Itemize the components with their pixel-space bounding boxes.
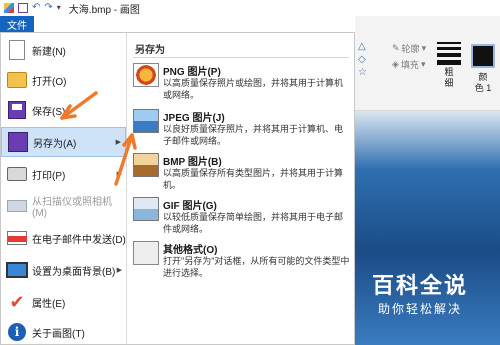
option-title: GIF 图片(G) [163, 201, 217, 212]
bmp-image-icon [133, 153, 159, 177]
shape-gallery[interactable]: △ ◇ ☆ [358, 40, 388, 85]
email-icon [5, 226, 29, 250]
watermark-title: 百科全说 [371, 273, 468, 298]
menu-item-new[interactable]: 新建(N) [1, 35, 126, 65]
fill-label: 填充 [400, 60, 419, 70]
option-description: 以良好质量保存照片，并将其用于计算机、电子邮件或网络。 [163, 124, 344, 146]
color1-label: 颜 色 1 [474, 72, 492, 93]
menu-item-about[interactable]: i 关于画图(T) [1, 317, 126, 345]
save-as-png[interactable]: PNG 图片(P) 以高质量保存照片或绘图，并将其用于计算机或网络。 [131, 61, 353, 107]
save-as-gif[interactable]: GIF 图片(G) 以较低质量保存简单绘图，并将其用于电子邮件或网络。 [131, 195, 353, 241]
gif-image-icon [133, 197, 159, 221]
menu-item-label: 设置为桌面背景(B) [32, 266, 116, 278]
menu-item-set-desktop[interactable]: 设置为桌面背景(B) ▶ [1, 255, 126, 285]
submenu-arrow-icon: ▶ [116, 171, 122, 178]
menu-item-label: 在电子邮件中发送(D) [32, 234, 126, 246]
option-title: PNG 图片(P) [163, 67, 221, 78]
save-as-icon [6, 130, 30, 154]
line-width-icon [437, 42, 461, 65]
submenu-arrow-icon: ▶ [116, 267, 122, 274]
title-bar: ↶ ↷ ▾ 大海.bmp - 画图 [0, 0, 500, 16]
menu-item-label: 新建(N) [32, 46, 66, 58]
option-description: 以高质量保存照片或绘图，并将其用于计算机或网络。 [163, 78, 344, 100]
option-description: 以较低质量保存简单绘图，并将其用于电子邮件或网络。 [163, 212, 344, 234]
menu-item-open[interactable]: 打开(O) [1, 65, 126, 95]
info-icon: i [5, 320, 29, 344]
folder-open-icon [5, 68, 29, 92]
option-description: 打开"另存为"对话框，从所有可能的文件类型中进行选择。 [163, 256, 350, 278]
star-shape-icon[interactable]: ☆ [358, 66, 388, 79]
paint-window: ↶ ↷ ▾ 大海.bmp - 画图 文件 △ ◇ ☆ ✎ 轮廓 ▾ ◈ 填充 ▾… [0, 0, 500, 345]
menu-item-save-as[interactable]: 另存为(A) ▶ [1, 127, 126, 157]
printer-icon [5, 162, 29, 186]
menu-item-label: 属性(E) [32, 298, 66, 310]
save-as-other-formats[interactable]: 其他格式(O) 打开"另存为"对话框，从所有可能的文件类型中进行选择。 [131, 239, 353, 285]
menu-item-label: 打印(P) [32, 170, 66, 182]
checkmark-properties-icon: ✔ [9, 291, 25, 312]
png-image-icon [133, 63, 159, 87]
quick-save-icon[interactable] [18, 3, 28, 13]
submenu-divider [133, 57, 349, 58]
floppy-save-icon [5, 98, 29, 122]
menu-item-label: 从扫描仪或照相机(M) [32, 197, 112, 219]
option-description: 以高质量保存所有类型图片，并将其用于计算机。 [163, 168, 344, 190]
line-width-label: 粗 细 [444, 67, 454, 88]
menu-item-save[interactable]: 保存(S) [1, 95, 126, 125]
jpeg-image-icon [133, 109, 159, 133]
submenu-arrow-icon: ▶ [115, 139, 121, 146]
menu-item-label: 另存为(A) [33, 138, 77, 150]
menu-item-properties[interactable]: ✔ 属性(E) [1, 287, 126, 317]
menu-item-label: 保存(S) [32, 106, 66, 118]
triangle-shape-icon[interactable]: △ [358, 40, 388, 53]
file-menu: 新建(N) 打开(O) 保存(S) 另存为(A) ▶ 打印(P) ▶ 从扫描仪或… [0, 32, 355, 345]
menu-item-label: 打开(O) [32, 76, 67, 88]
menu-item-from-scanner: 从扫描仪或照相机(M) [1, 191, 126, 221]
fill-dropdown[interactable]: ◈ 填充 ▾ [392, 58, 425, 71]
outline-dropdown[interactable]: ✎ 轮廓 ▾ [392, 42, 426, 55]
desktop-monitor-icon [5, 258, 29, 282]
option-title: 其他格式(O) [163, 245, 218, 256]
submenu-heading: 另存为 [135, 45, 165, 56]
save-as-jpeg[interactable]: JPEG 图片(J) 以良好质量保存照片，并将其用于计算机、电子邮件或网络。 [131, 107, 353, 153]
diamond-shape-icon[interactable]: ◇ [358, 53, 388, 66]
fill-icon: ◈ [392, 59, 399, 69]
menu-item-print[interactable]: 打印(P) ▶ [1, 159, 126, 189]
option-title: BMP 图片(B) [163, 157, 222, 168]
outline-label: 轮廓 [401, 44, 420, 54]
chevron-down-icon: ▾ [421, 43, 427, 53]
quick-access-dropdown-icon[interactable]: ▾ [57, 3, 61, 13]
file-menu-commands: 新建(N) 打开(O) 保存(S) 另存为(A) ▶ 打印(P) ▶ 从扫描仪或… [1, 33, 126, 344]
watermark-subtitle: 助你轻松解决 [377, 302, 462, 316]
option-title: JPEG 图片(J) [163, 113, 225, 124]
color1-swatch [471, 44, 495, 68]
watermark: 百科全说 助你轻松解决 [360, 268, 480, 317]
other-formats-icon [133, 241, 159, 265]
new-file-icon [5, 38, 29, 62]
menu-item-label: 关于画图(T) [32, 328, 85, 340]
save-as-bmp[interactable]: BMP 图片(B) 以高质量保存所有类型图片，并将其用于计算机。 [131, 151, 353, 197]
redo-icon[interactable]: ↷ [44, 3, 52, 13]
save-as-submenu: 另存为 PNG 图片(P) 以高质量保存照片或绘图，并将其用于计算机或网络。 J… [126, 33, 354, 344]
window-title: 大海.bmp - 画图 [68, 4, 140, 16]
menu-item-send-email[interactable]: 在电子邮件中发送(D) [1, 223, 126, 253]
outline-icon: ✎ [392, 43, 400, 53]
scanner-icon [5, 194, 29, 218]
file-tab[interactable]: 文件 [0, 16, 34, 32]
line-width-button[interactable]: 粗 细 [433, 40, 465, 100]
paint-app-icon [4, 3, 14, 13]
chevron-down-icon: ▾ [420, 59, 426, 69]
undo-icon[interactable]: ↶ [32, 3, 40, 13]
color1-button[interactable]: 颜 色 1 [466, 40, 500, 105]
